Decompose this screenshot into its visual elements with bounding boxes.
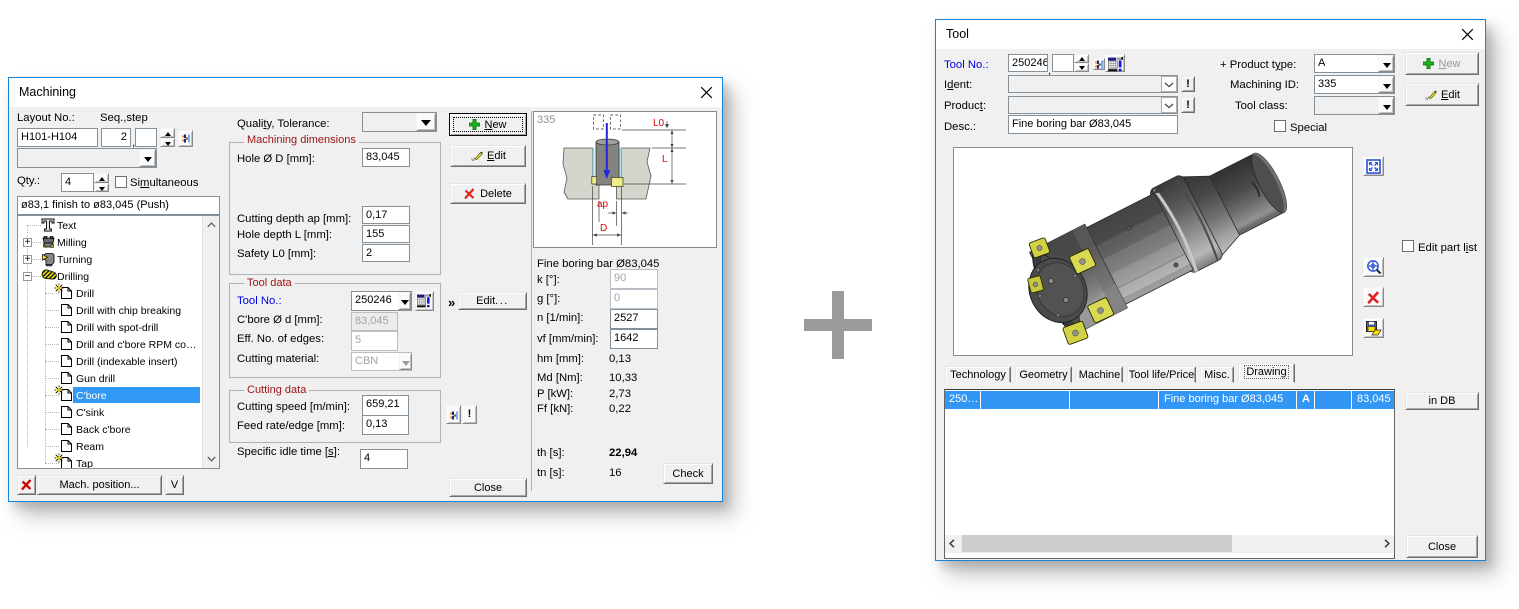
svg-text:D: D (600, 223, 607, 234)
svg-text:L0: L0 (653, 118, 665, 129)
svg-text:ap: ap (597, 199, 609, 210)
svg-text:L: L (662, 154, 668, 165)
